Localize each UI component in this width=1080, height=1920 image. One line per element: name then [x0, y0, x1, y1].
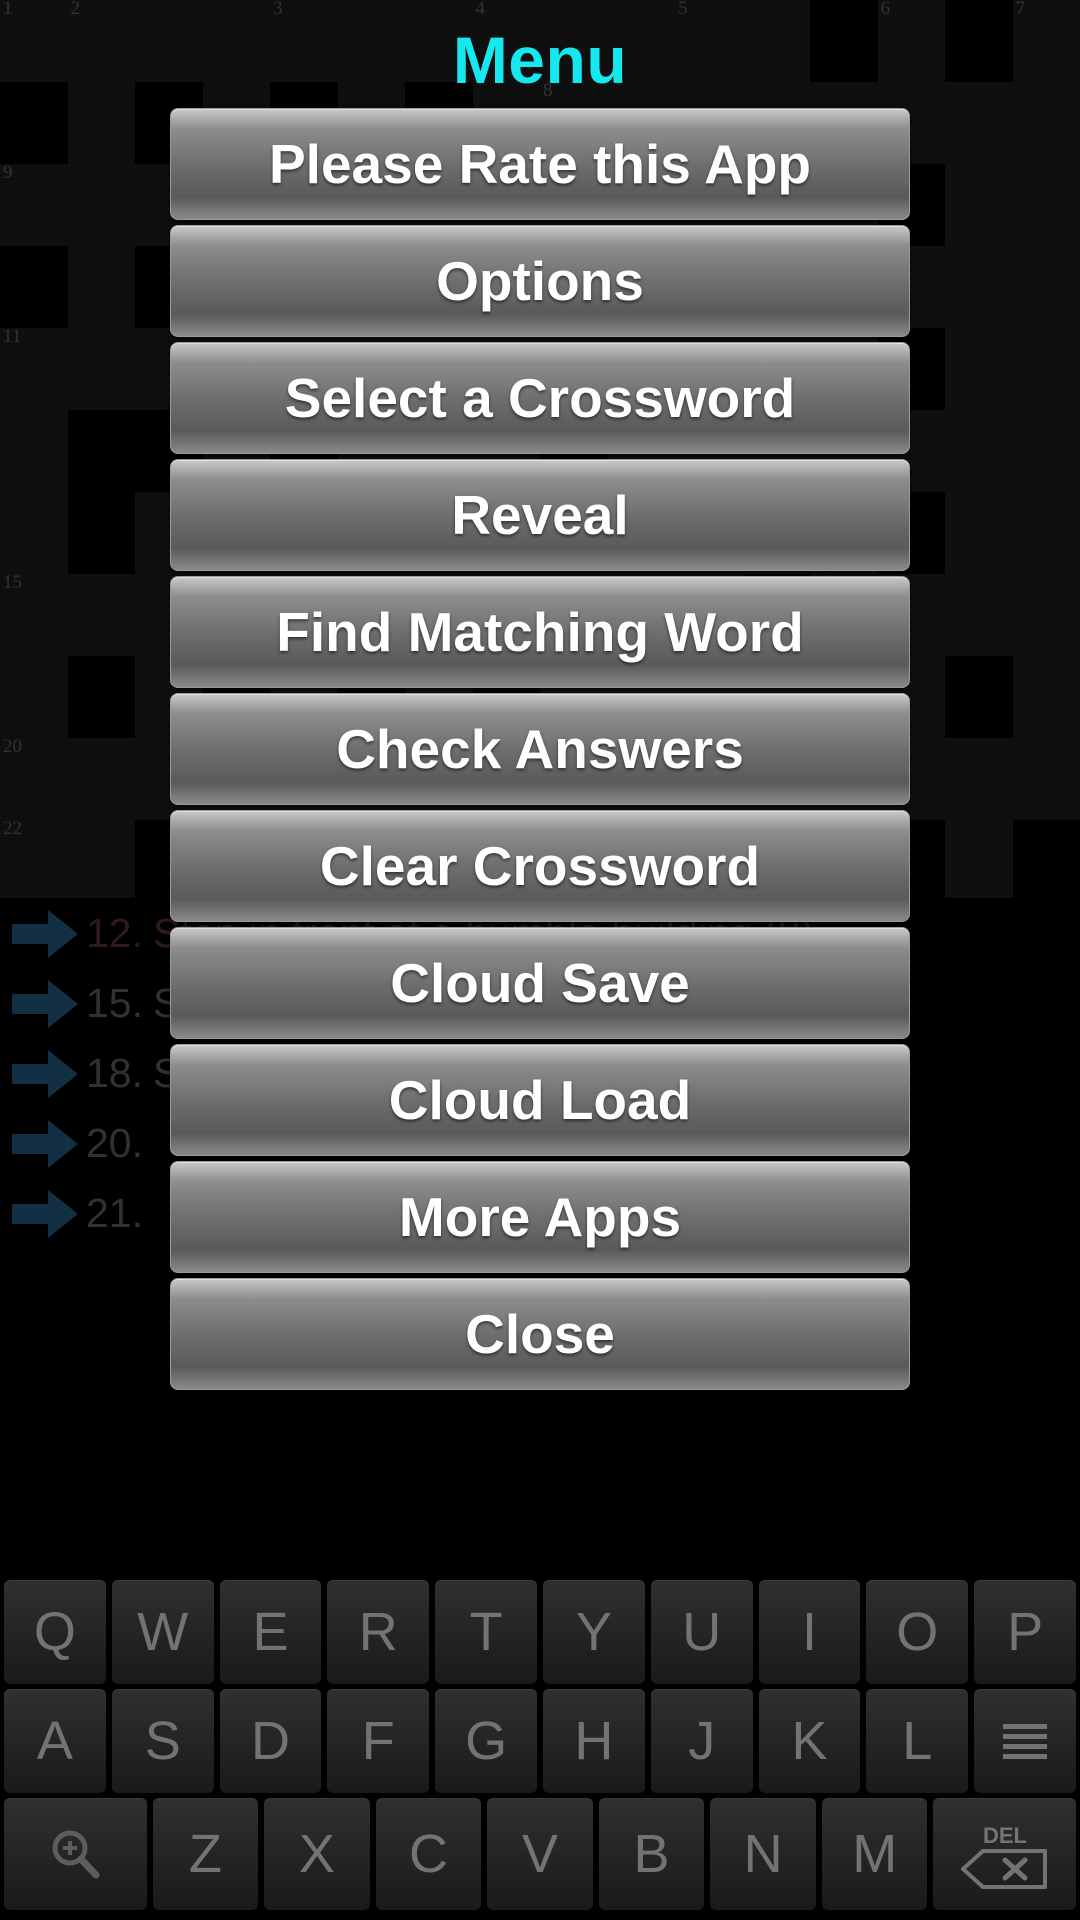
- select-crossword-button[interactable]: Select a Crossword: [170, 342, 910, 454]
- page-title: Menu: [0, 24, 1080, 96]
- cloud-load-button[interactable]: Cloud Load: [170, 1044, 910, 1156]
- cloud-save-button[interactable]: Cloud Save: [170, 927, 910, 1039]
- more-apps-button[interactable]: More Apps: [170, 1161, 910, 1273]
- options-button[interactable]: Options: [170, 225, 910, 337]
- clear-crossword-button[interactable]: Clear Crossword: [170, 810, 910, 922]
- menu-dialog: Menu Please Rate this AppOptionsSelect a…: [0, 0, 1080, 1920]
- close-button[interactable]: Close: [170, 1278, 910, 1390]
- check-answers-button[interactable]: Check Answers: [170, 693, 910, 805]
- reveal-button[interactable]: Reveal: [170, 459, 910, 571]
- find-matching-word-button[interactable]: Find Matching Word: [170, 576, 910, 688]
- rate-app-button[interactable]: Please Rate this App: [170, 108, 910, 220]
- menu-button-list: Please Rate this AppOptionsSelect a Cros…: [170, 108, 910, 1390]
